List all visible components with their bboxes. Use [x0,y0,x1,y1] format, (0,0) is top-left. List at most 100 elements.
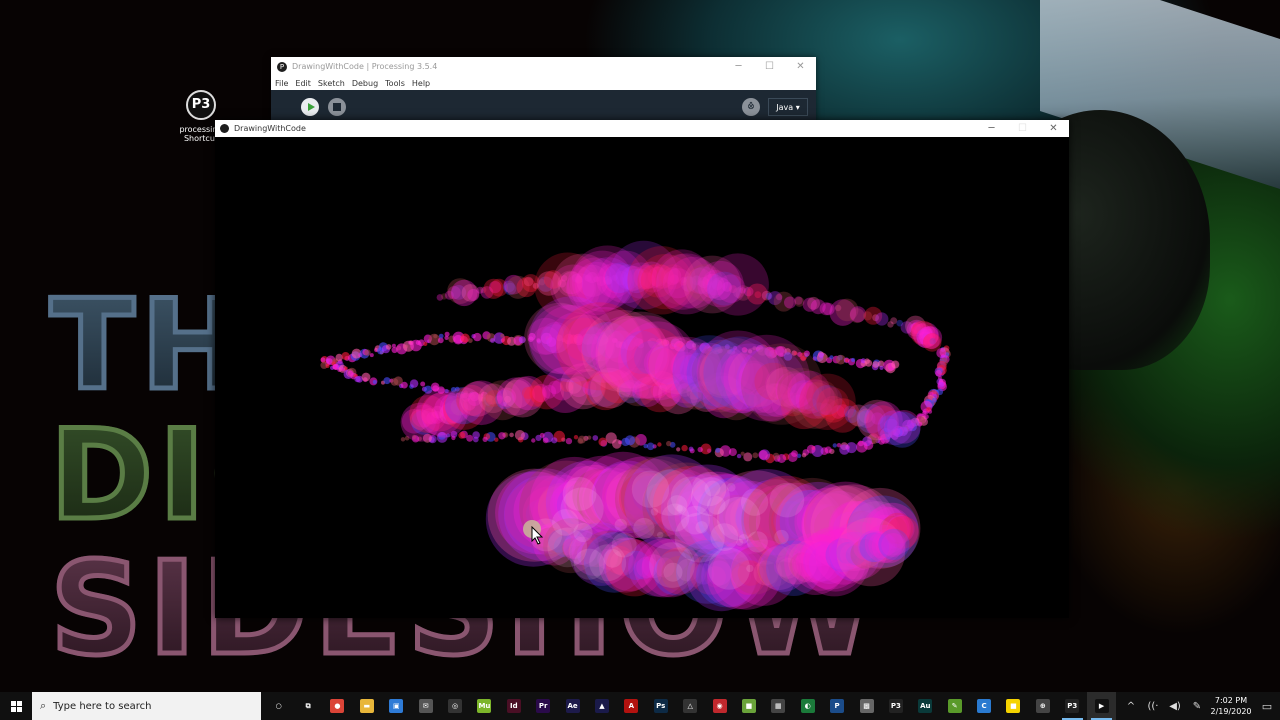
audition-icon[interactable]: Au [911,692,940,720]
premiere-icon-glyph: Pr [536,699,551,713]
ide-title-bar[interactable]: P DrawingWithCode | Processing 3.5.4 ─ ☐… [271,57,816,76]
paint-dot-74 [784,296,796,309]
green-app-icon[interactable]: ◐ [793,692,822,720]
redcircle-icon[interactable]: ◉ [705,692,734,720]
search-icon: ⌕ [40,699,47,712]
paint-dot-356 [361,372,371,382]
muse-icon[interactable]: Mu [470,692,499,720]
processing-logo-icon: P [277,61,287,72]
menu-debug[interactable]: Debug [352,79,378,88]
file-explorer-icon[interactable]: ▬ [352,692,381,720]
premiere-icon[interactable]: Pr [529,692,558,720]
tray-overflow-icon[interactable]: ^ [1120,701,1142,712]
notepad-icon-glyph: ✎ [947,699,962,713]
mail-icon[interactable]: ✉ [411,692,440,720]
menu-edit[interactable]: Edit [295,79,311,88]
stop-button[interactable] [328,98,346,116]
close-icon[interactable]: ✕ [785,57,816,76]
ccleaner-icon[interactable]: C [969,692,998,720]
drive-icon[interactable]: △ [675,692,704,720]
indesign-icon[interactable]: Id [499,692,528,720]
after-effects-icon[interactable]: Ae [558,692,587,720]
cortana-icon[interactable]: ○ [264,692,293,720]
paint-dot-542 [565,437,573,445]
minimize-icon[interactable]: ─ [723,57,754,76]
paint-dot-333 [326,358,333,365]
calculator-icon[interactable]: ▦ [764,692,793,720]
taskbar-apps: ○ ⧉ ● ▬ ▣ ✉ ◎ Mu Id Pr Ae ▲ A Ps △ ◉ ■ ▦ ◐ P ▩ P3 Au ✎ C ■ ⊕ P3 ▶ [264,692,1117,720]
mode-selector[interactable]: Java ▾ [768,98,808,116]
notification-icon[interactable]: ▭ [1254,700,1280,713]
processing-running-icon[interactable]: P3 [1058,692,1087,720]
processing-running-icon-glyph: P3 [1065,699,1080,713]
paint-dot-1049 [707,547,751,590]
processing-p3-icon: P3 [186,90,216,120]
taskbar-clock[interactable]: 7:02 PM 2/19/2020 [1208,695,1254,717]
paint-dot-523 [657,442,662,447]
paint-dot-1045 [667,495,688,516]
paint-dot-505 [758,450,768,460]
file-explorer-icon-glyph: ▬ [359,699,374,713]
paint-dot-203 [444,331,450,337]
redcircle-icon-glyph: ◉ [712,699,727,713]
chrome-icon[interactable]: ● [323,692,352,720]
paint-dot-520 [676,447,681,452]
task-view-icon[interactable]: ⧉ [293,692,322,720]
debugger-icon[interactable]: ⨶ [742,98,760,116]
sticky-notes-icon-glyph: ■ [1006,699,1021,713]
paint-dot-541 [573,435,579,440]
pen-icon[interactable]: ✎ [1186,701,1208,712]
paint-dot-1037 [704,480,721,497]
sticky-notes-icon[interactable]: ■ [999,692,1028,720]
ide-window-title: DrawingWithCode | Processing 3.5.4 [292,62,438,71]
paint-dot-209 [467,338,473,343]
maximize-icon[interactable]: ☐ [754,57,785,76]
paint-dot-516 [697,446,703,453]
store-icon[interactable]: ▣ [382,692,411,720]
start-button[interactable] [0,692,32,720]
pycharm-icon[interactable]: P [822,692,851,720]
wifi-icon[interactable]: ((· [1142,701,1164,712]
menu-sketch[interactable]: Sketch [318,79,345,88]
sketch-canvas[interactable] [215,137,1069,618]
processing-icon[interactable]: P3 [881,692,910,720]
clock-date: 2/19/2020 [1210,707,1252,716]
menu-tools[interactable]: Tools [385,79,405,88]
media-encoder-icon[interactable]: ▲ [587,692,616,720]
system-tray: ^ ((· ◀) ✎ 7:02 PM 2/19/2020 ▭ [1120,692,1280,720]
paint-dot-547 [542,437,549,444]
acrobat-icon[interactable]: A [617,692,646,720]
minimize-icon[interactable]: ─ [976,120,1007,137]
ide-toolbar: ⨶ Java ▾ [271,90,816,123]
paint-dot-481 [857,440,864,447]
settings-app-icon[interactable]: ▩ [852,692,881,720]
paint-dot-530 [621,437,630,447]
paint-dot-1032 [657,531,664,539]
paint-dot-550 [531,438,536,443]
paint-dot-1040 [769,482,805,518]
taskbar-search-box[interactable]: ⌕ Type here to search [32,692,261,720]
paint-dot-553 [514,430,525,441]
sketch-title-bar[interactable]: DrawingWithCode ─ ☐ ✕ [215,120,1069,137]
menu-help[interactable]: Help [412,79,430,88]
media-encoder-icon-glyph: ▲ [594,699,609,713]
calculator-icon-glyph: ▦ [771,699,786,713]
search-placeholder: Type here to search [53,700,152,712]
photoshop-icon[interactable]: Ps [646,692,675,720]
ccleaner-icon-glyph: C [977,699,992,713]
paint-dot-175 [364,349,371,356]
obs-icon[interactable]: ◎ [440,692,469,720]
close-icon[interactable]: ✕ [1038,120,1069,137]
store-icon-glyph: ▣ [389,699,404,713]
volume-icon[interactable]: ◀) [1164,701,1186,712]
sketch-running-icon[interactable]: ▶ [1086,692,1117,720]
run-button[interactable] [301,98,319,116]
paint-dot-563 [472,431,480,439]
indesign-icon-glyph: Id [506,699,521,713]
paint-dot-199 [433,334,438,339]
ide-menu-bar: File Edit Sketch Debug Tools Help [271,76,816,90]
menu-file[interactable]: File [275,79,288,88]
game-icon[interactable]: ⊕ [1028,692,1057,720]
minecraft-icon[interactable]: ■ [734,692,763,720]
notepad-icon[interactable]: ✎ [940,692,969,720]
